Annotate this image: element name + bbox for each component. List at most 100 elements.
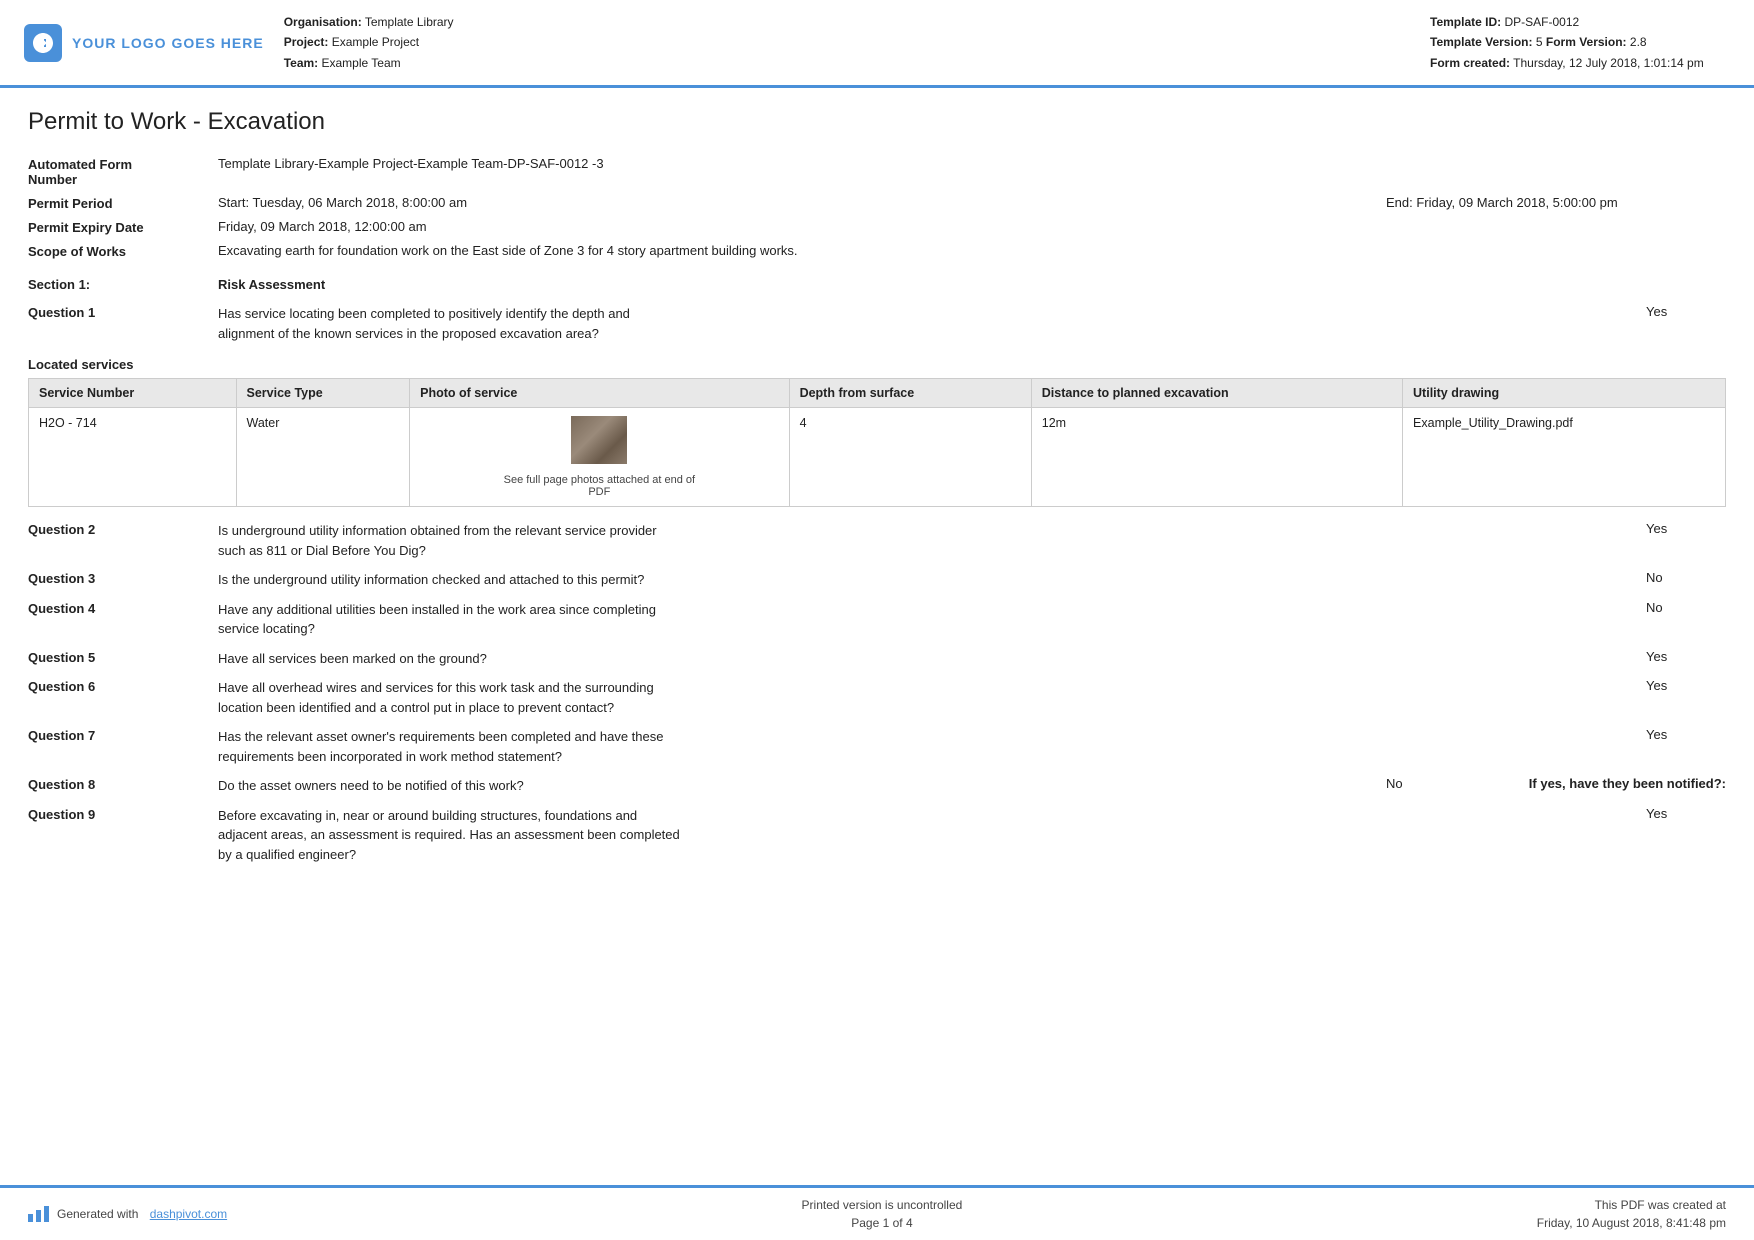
question-6-label: Question 6 [28,678,218,694]
footer-page: Page 1 of 4 [802,1214,963,1232]
footer-uncontrolled: Printed version is uncontrolled [802,1196,963,1214]
photo-image [571,416,627,464]
table-row: H2O - 714 Water See full page photos att… [29,408,1726,507]
team-label: Team: [284,56,318,70]
permit-expiry-label: Permit Expiry Date [28,219,218,235]
section-value: Risk Assessment [218,277,325,292]
header-center: Organisation: Template Library Project: … [264,12,1430,73]
project-value: Example Project [332,35,419,49]
col-service-type: Service Type [236,379,410,408]
col-photo: Photo of service [410,379,789,408]
question-1-text: Has service locating been completed to p… [218,304,1646,343]
header-right: Template ID: DP-SAF-0012 Template Versio… [1430,12,1730,73]
automated-form-label: Automated FormNumber [28,156,218,187]
col-service-number: Service Number [29,379,237,408]
automated-form-value: Template Library-Example Project-Example… [218,156,1726,171]
question-3-row: Question 3 Is the underground utility in… [28,570,1726,590]
photo-thumbnail [571,416,627,464]
question-1-label: Question 1 [28,304,218,320]
logo-text: YOUR LOGO GOES HERE [72,35,264,51]
question-4-answer: No [1646,600,1726,615]
question-6-text: Have all overhead wires and services for… [218,678,1646,717]
form-version-value: 2.8 [1630,35,1647,49]
bar-3 [44,1206,49,1222]
col-utility-drawing: Utility drawing [1403,379,1726,408]
question-3-text: Is the underground utility information c… [218,570,1646,590]
question-2-answer: Yes [1646,521,1726,536]
question-4-label: Question 4 [28,600,218,616]
template-id-value: DP-SAF-0012 [1504,15,1579,29]
photo-caption: See full page photos attached at end ofP… [420,474,778,498]
form-created-label: Form created: [1430,56,1510,70]
question-3-answer: No [1646,570,1726,585]
team-value: Example Team [322,56,401,70]
question-4-text: Have any additional utilities been insta… [218,600,1646,639]
dashpivot-link[interactable]: dashpivot.com [150,1207,227,1221]
question-5-label: Question 5 [28,649,218,665]
col-distance: Distance to planned excavation [1031,379,1402,408]
question-5-row: Question 5 Have all services been marked… [28,649,1726,669]
table-header-row: Service Number Service Type Photo of ser… [29,379,1726,408]
distance-cell: 12m [1031,408,1402,507]
project-label: Project: [284,35,329,49]
question-1-answer: Yes [1646,304,1726,319]
scope-row: Scope of Works Excavating earth for foun… [28,243,1726,259]
question-2-label: Question 2 [28,521,218,537]
question-3-label: Question 3 [28,570,218,586]
page-header: YOUR LOGO GOES HERE Organisation: Templa… [0,0,1754,88]
permit-expiry-row: Permit Expiry Date Friday, 09 March 2018… [28,219,1726,235]
question-6-answer: Yes [1646,678,1726,693]
page-title: Permit to Work - Excavation [28,108,1726,140]
depth-cell: 4 [789,408,1031,507]
services-table: Service Number Service Type Photo of ser… [28,378,1726,507]
scope-label: Scope of Works [28,243,218,259]
logo-svg [31,31,55,55]
permit-period-end: End: Friday, 09 March 2018, 5:00:00 pm [1386,195,1726,210]
question-8-note: If yes, have they been notified?: [1466,776,1726,791]
question-9-row: Question 9 Before excavating in, near or… [28,806,1726,865]
section-label: Section 1: [28,277,218,292]
page-footer: Generated with dashpivot.com Printed ver… [0,1185,1754,1240]
question-8-row: Question 8 Do the asset owners need to b… [28,776,1726,796]
permit-expiry-value: Friday, 09 March 2018, 12:00:00 am [218,219,1726,234]
bar-1 [28,1214,33,1222]
question-5-text: Have all services been marked on the gro… [218,649,1646,669]
question-9-label: Question 9 [28,806,218,822]
photo-cell: See full page photos attached at end ofP… [410,408,789,507]
question-5-answer: Yes [1646,649,1726,664]
question-1-row: Question 1 Has service locating been com… [28,304,1726,343]
footer-logo-icon [28,1206,49,1222]
question-8-text: Do the asset owners need to be notified … [218,776,1386,796]
question-9-text: Before excavating in, near or around bui… [218,806,1646,865]
org-value: Template Library [365,15,454,29]
question-7-answer: Yes [1646,727,1726,742]
scope-value: Excavating earth for foundation work on … [218,243,1726,258]
template-version-label: Template Version: [1430,35,1532,49]
footer-left: Generated with dashpivot.com [28,1206,227,1222]
bar-2 [36,1210,41,1222]
template-version-value: 5 [1536,35,1543,49]
org-label: Organisation: [284,15,362,29]
question-6-row: Question 6 Have all overhead wires and s… [28,678,1726,717]
form-created-value: Thursday, 12 July 2018, 1:01:14 pm [1513,56,1704,70]
question-7-label: Question 7 [28,727,218,743]
pdf-created-value: Friday, 10 August 2018, 8:41:48 pm [1537,1214,1726,1232]
permit-period-label: Permit Period [28,195,218,211]
logo-icon [24,24,62,62]
service-number-cell: H2O - 714 [29,408,237,507]
permit-period-start: Start: Tuesday, 06 March 2018, 8:00:00 a… [218,195,1386,210]
pdf-created-label: This PDF was created at [1537,1196,1726,1214]
footer-center: Printed version is uncontrolled Page 1 o… [802,1196,963,1232]
located-services-title: Located services [28,357,1726,372]
form-version-label: Form Version: [1546,35,1627,49]
template-id-label: Template ID: [1430,15,1501,29]
question-9-answer: Yes [1646,806,1726,821]
automated-form-row: Automated FormNumber Template Library-Ex… [28,156,1726,187]
col-depth: Depth from surface [789,379,1031,408]
section-row: Section 1: Risk Assessment [28,277,1726,292]
question-8-answer: No [1386,776,1466,791]
question-2-row: Question 2 Is underground utility inform… [28,521,1726,560]
generated-label: Generated with [57,1207,138,1221]
service-type-cell: Water [236,408,410,507]
question-8-label: Question 8 [28,776,218,792]
